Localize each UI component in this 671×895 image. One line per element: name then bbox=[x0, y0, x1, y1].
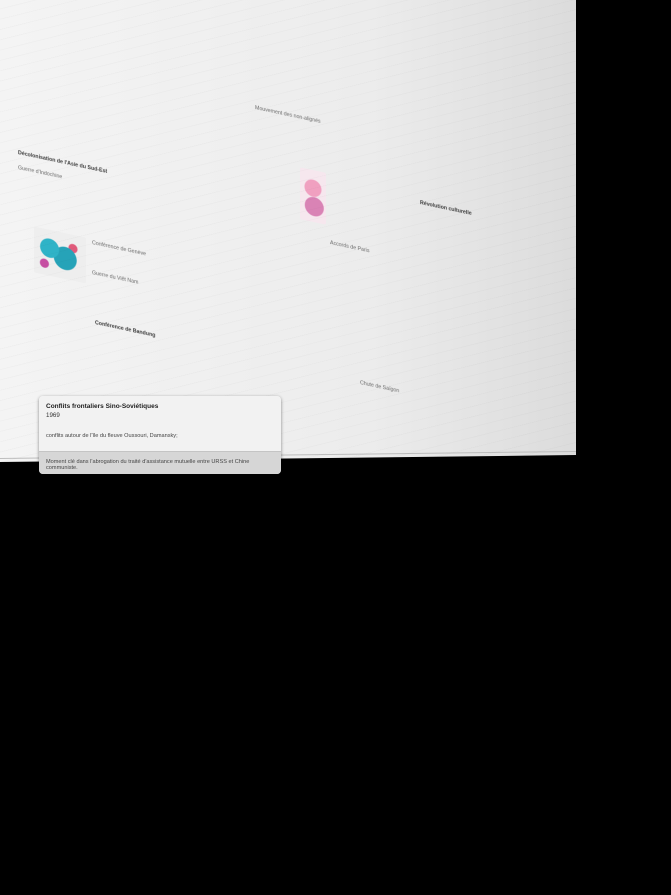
wall-snippet: Chute de Saïgon bbox=[360, 380, 400, 395]
wall-snippet: Guerre du Viêt Nam bbox=[92, 270, 139, 286]
event-footer-text: Moment clé dans l'abrogation du traité d… bbox=[46, 459, 250, 471]
wall-snippet: Conférence de Genève bbox=[92, 240, 147, 258]
event-card[interactable]: Conflits frontaliers Sino-Soviétiques 19… bbox=[39, 396, 281, 474]
event-footer: Moment clé dans l'abrogation du traité d… bbox=[39, 451, 281, 474]
map-thumbnail[interactable] bbox=[300, 167, 326, 225]
wall-snippet: Mouvement des non-alignés bbox=[255, 105, 321, 125]
wall-snippet: Révolution culturelle bbox=[420, 200, 472, 217]
event-year: 1969 bbox=[46, 412, 60, 419]
wall-snippet: Conférence de Bandung bbox=[95, 320, 156, 339]
map-thumbnail[interactable] bbox=[34, 226, 86, 284]
wall-snippet: Accords de Paris bbox=[330, 240, 370, 255]
event-description: conflits autour de l'île du fleuve Ousso… bbox=[46, 433, 178, 439]
wall-snippet: Guerre d'Indochine bbox=[18, 165, 63, 181]
event-title: Conflits frontaliers Sino-Soviétiques bbox=[46, 403, 159, 410]
